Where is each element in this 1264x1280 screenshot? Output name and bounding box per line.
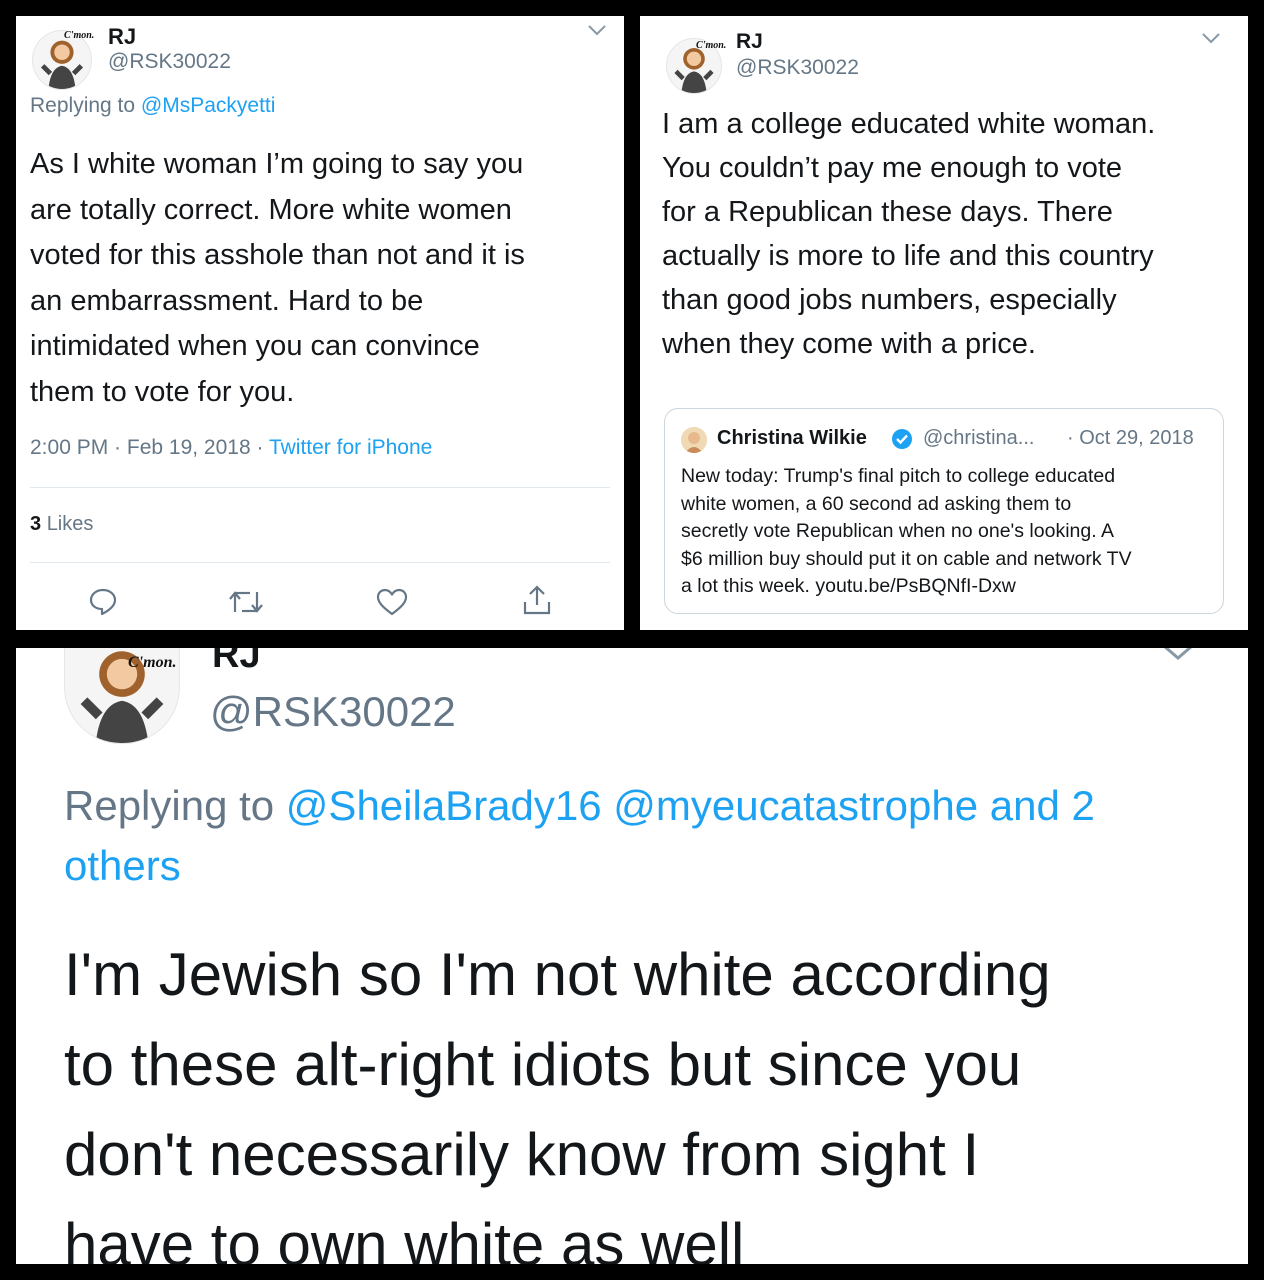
display-name[interactable]: RJ [108, 24, 136, 50]
text-line: actually is more to life and this countr… [662, 240, 1154, 272]
text-line: for a Republican these days. There [662, 196, 1113, 228]
quoted-text-line: $6 million buy should put it on cable an… [681, 547, 1132, 570]
retweet-icon[interactable] [228, 588, 264, 616]
text-line: have to own white as well [64, 1211, 745, 1264]
text-line: are totally correct. More white women [30, 193, 512, 226]
quoted-text-line: white women, a 60 second ad asking them … [681, 492, 1072, 515]
avatar-caption: C'mon. [64, 30, 95, 41]
display-name[interactable]: RJ [736, 30, 763, 54]
divider [30, 562, 610, 563]
text-line: to these alt-right idiots but since you [64, 1031, 1022, 1098]
text-line: don't necessarily know from sight I [64, 1121, 980, 1188]
share-icon[interactable] [522, 584, 552, 616]
likes-label: Likes [46, 513, 94, 535]
replying-to: Replying to @SheilaBrady16 @myeucatastro… [64, 776, 1095, 896]
tweet-source-link[interactable]: Twitter for iPhone [269, 436, 432, 459]
text-line: I am a college educated white woman. [662, 108, 1156, 140]
likes-number: 3 [30, 513, 42, 535]
tweet-text: I am a college educated white woman. You… [662, 102, 1155, 366]
quoted-avatar-icon [681, 427, 707, 453]
chevron-down-icon[interactable] [586, 22, 608, 38]
text-line: voted for this asshole than not and it i… [30, 239, 525, 271]
text-line: intimidated when you can convince [30, 330, 480, 362]
user-handle[interactable]: @RSK30022 [210, 688, 456, 736]
tweet-panel-3: C'mon. RJ @RSK30022 Replying to @SheilaB… [16, 648, 1248, 1264]
tweet-text: As I white woman I’m going to say you ar… [30, 142, 525, 415]
user-handle[interactable]: @RSK30022 [108, 50, 231, 74]
quoted-text-line: a lot this week. youtu.be/PsBQNfI-Dxw [681, 575, 1016, 597]
display-name[interactable]: RJ [212, 648, 261, 677]
quoted-text-line: secretly vote Republican when no one's l… [681, 520, 1114, 542]
likes-count[interactable]: 3 Likes [30, 513, 93, 536]
time-date[interactable]: 2:00 PM · Feb 19, 2018 · [30, 436, 263, 459]
avatar-caption: C'mon. [696, 40, 727, 51]
text-line: them to vote for you. [30, 375, 295, 408]
quoted-text-line: New today: Trump's final pitch to colleg… [681, 465, 1116, 487]
text-line: an embarrassment. Hard to be [30, 284, 424, 317]
quoted-text: New today: Trump's final pitch to colleg… [681, 463, 1132, 601]
tweet-timestamp: 2:00 PM · Feb 19, 2018 · Twitter for iPh… [30, 436, 432, 460]
verified-badge-icon [892, 429, 912, 449]
quoted-name: Christina Wilkie [717, 427, 867, 449]
like-icon[interactable] [376, 588, 408, 616]
replying-to: Replying to @MsPackyetti [30, 94, 275, 118]
text-line: than good jobs numbers, especially [662, 284, 1117, 316]
quoted-date: · Oct 29, 2018 [1067, 427, 1194, 449]
quoted-handle: @christina... [923, 427, 1035, 449]
reply-mentions-link[interactable]: @SheilaBrady16 @myeucatastrophe and 2 [286, 782, 1095, 829]
replying-line: Replying to @SheilaBrady16 @myeucatastro… [64, 776, 1095, 836]
avatar-caption: C'mon. [128, 654, 177, 671]
user-handle[interactable]: @RSK30022 [736, 56, 859, 80]
chevron-down-icon[interactable] [1200, 30, 1222, 46]
quoted-avatar [681, 427, 707, 453]
reply-others-link[interactable]: others [64, 836, 1095, 896]
tweet-panel-2: C'mon. RJ @RSK30022 I am a college educa… [640, 16, 1248, 630]
text-line: I'm Jewish so I'm not white according [64, 941, 1051, 1008]
chevron-down-icon[interactable] [1160, 648, 1196, 664]
replying-prefix: Replying to [30, 94, 136, 117]
replying-prefix: Replying to [64, 782, 275, 829]
reply-icon[interactable] [88, 586, 118, 616]
text-line: As I white woman I’m going to say you [30, 148, 524, 180]
text-line: You couldn’t pay me enough to vote [662, 152, 1123, 184]
divider [30, 487, 610, 488]
tweet-text: I'm Jewish so I'm not white according to… [64, 930, 1051, 1264]
reply-mention-link[interactable]: @MsPackyetti [141, 94, 276, 117]
tweet-panel-1: C'mon. RJ @RSK30022 Replying to @MsPacky… [16, 16, 624, 630]
quoted-tweet[interactable]: Christina Wilkie @christina... · Oct 29,… [664, 408, 1224, 614]
text-line: when they come with a price. [662, 328, 1036, 360]
